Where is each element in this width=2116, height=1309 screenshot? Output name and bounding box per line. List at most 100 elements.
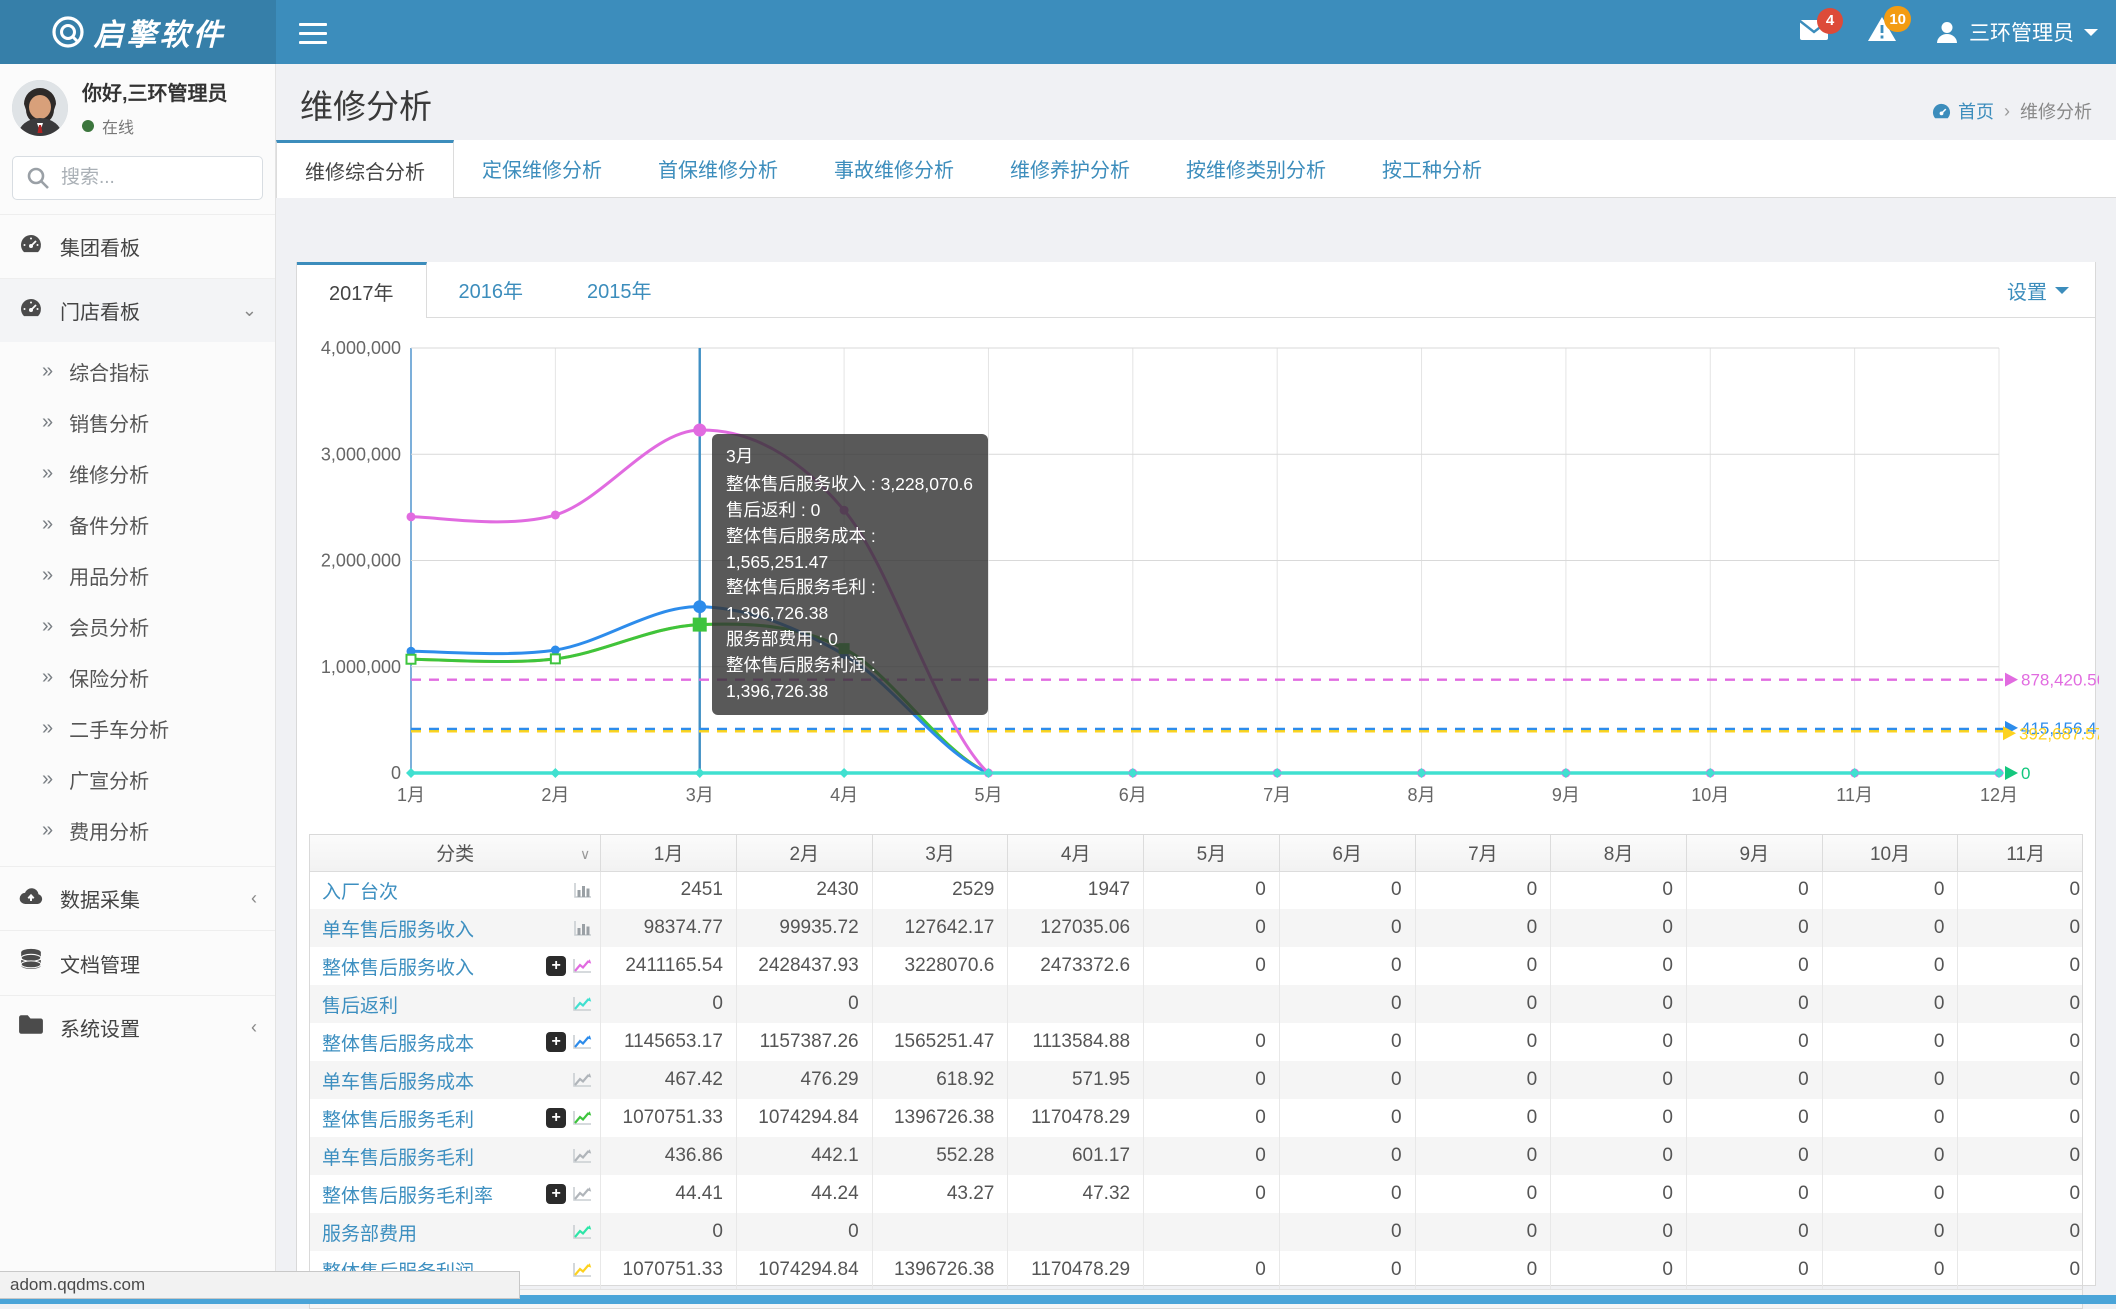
- cell: 0: [1415, 909, 1551, 947]
- sidebar-item-group-board[interactable]: 集团看板: [0, 215, 275, 278]
- breadcrumb-home-link[interactable]: 首页: [1932, 98, 1994, 124]
- cell: 0: [1686, 1175, 1822, 1213]
- sidebar-item-sys-settings[interactable]: 系统设置‹: [0, 996, 275, 1059]
- chevron-down-icon: [2055, 287, 2069, 294]
- col-header-6月: 6月: [1279, 835, 1415, 871]
- cell: 1396726.38: [872, 1099, 1008, 1137]
- line-chart-icon[interactable]: [572, 1186, 592, 1203]
- bar-chart-icon[interactable]: [573, 920, 592, 937]
- cell: 0: [1822, 1023, 1958, 1061]
- alerts-icon[interactable]: 10: [1867, 16, 1897, 48]
- metric-link-入厂台次[interactable]: 入厂台次: [322, 877, 573, 904]
- cell: 0: [1686, 985, 1822, 1023]
- sidebar-subitem-销售分析[interactable]: »销售分析: [0, 397, 275, 448]
- sidebar-subitem-广宣分析[interactable]: »广宣分析: [0, 754, 275, 805]
- sidebar-item-data-collect[interactable]: 数据采集‹: [0, 867, 275, 930]
- monthly-data-table-wrap: 分类∨1月2月3月4月5月6月7月8月9月10月11月12月入厂台次245124…: [309, 834, 2083, 1289]
- cell: 0: [1686, 1137, 1822, 1175]
- year-tab-2017年[interactable]: 2017年: [297, 262, 427, 318]
- year-tab-2015年[interactable]: 2015年: [555, 262, 684, 317]
- cell: 0: [1279, 947, 1415, 985]
- cell: 43.27: [872, 1175, 1008, 1213]
- cell: 0: [1144, 1175, 1280, 1213]
- metric-link-整体售后服务毛利率[interactable]: 整体售后服务毛利率: [322, 1181, 546, 1208]
- tab-维修养护分析[interactable]: 维修养护分析: [982, 140, 1158, 197]
- sidebar-subitem-综合指标[interactable]: »综合指标: [0, 346, 275, 397]
- cell: 0: [1144, 1137, 1280, 1175]
- sidebar-toggle-icon[interactable]: [290, 14, 336, 52]
- tab-维修综合分析[interactable]: 维修综合分析: [276, 140, 454, 198]
- cell: 0: [1958, 947, 2083, 985]
- sidebar-item-store-board[interactable]: 门店看板⌄: [0, 279, 275, 342]
- svg-text:9月: 9月: [1552, 785, 1580, 805]
- metric-link-单车售后服务毛利[interactable]: 单车售后服务毛利: [322, 1143, 572, 1170]
- year-tab-2016年[interactable]: 2016年: [427, 262, 556, 317]
- cell: 0: [1686, 1023, 1822, 1061]
- svg-text:0: 0: [2021, 764, 2030, 783]
- col-header-分类[interactable]: 分类∨: [310, 835, 601, 871]
- table-row: 单车售后服务成本467.42476.29618.92571.9500000000: [310, 1061, 2083, 1099]
- sidebar-item-doc-manage[interactable]: 文档管理: [0, 931, 275, 995]
- cell: 0: [1822, 1099, 1958, 1137]
- expand-plus-icon[interactable]: +: [546, 1032, 566, 1052]
- expand-plus-icon[interactable]: +: [546, 1184, 566, 1204]
- metric-link-单车售后服务收入[interactable]: 单车售后服务收入: [322, 915, 573, 942]
- main-content: 维修分析 首页 › 维修分析 维修综合分析定保维修分析首保维修分析事故维修分析维…: [276, 64, 2116, 1304]
- sidebar-subitem-维修分析[interactable]: »维修分析: [0, 448, 275, 499]
- sidebar-subitem-保险分析[interactable]: »保险分析: [0, 652, 275, 703]
- line-chart-icon[interactable]: [572, 1034, 592, 1051]
- svg-text:11月: 11月: [1836, 785, 1873, 805]
- table-row: 入厂台次245124302529194700000000: [310, 871, 2083, 909]
- metric-link-售后返利[interactable]: 售后返利: [322, 991, 572, 1018]
- messages-icon[interactable]: 4: [1799, 18, 1829, 47]
- cell: 0: [736, 1213, 872, 1251]
- cell: 467.42: [601, 1061, 737, 1099]
- chevron-left-icon: ‹: [251, 888, 257, 909]
- cell: 571.95: [1008, 1061, 1144, 1099]
- metric-link-单车售后服务成本[interactable]: 单车售后服务成本: [322, 1067, 572, 1094]
- metric-link-服务部费用[interactable]: 服务部费用: [322, 1219, 572, 1246]
- sidebar-subitem-二手车分析[interactable]: »二手车分析: [0, 703, 275, 754]
- settings-dropdown[interactable]: 设置: [2007, 262, 2069, 318]
- cell: 0: [1144, 1061, 1280, 1099]
- svg-text:10月: 10月: [1691, 785, 1729, 805]
- metric-link-整体售后服务收入[interactable]: 整体售后服务收入: [322, 953, 546, 980]
- tab-首保维修分析[interactable]: 首保维修分析: [630, 140, 806, 197]
- line-chart-icon[interactable]: [572, 958, 592, 975]
- cell: 2411165.54: [601, 947, 737, 985]
- bar-chart-icon[interactable]: [573, 882, 592, 899]
- cell: 0: [1415, 1251, 1551, 1289]
- line-chart-icon[interactable]: [572, 1072, 592, 1089]
- line-chart-icon[interactable]: [572, 996, 592, 1013]
- cell: 2428437.93: [736, 947, 872, 985]
- expand-plus-icon[interactable]: +: [546, 1108, 566, 1128]
- tab-按维修类别分析[interactable]: 按维修类别分析: [1158, 140, 1354, 197]
- line-chart-icon[interactable]: [572, 1110, 592, 1127]
- cell: 0: [1958, 1213, 2083, 1251]
- user-menu[interactable]: 三环管理员: [1935, 17, 2098, 47]
- cell: 1070751.33: [601, 1099, 737, 1137]
- line-chart-icon[interactable]: [572, 1224, 592, 1241]
- metric-link-整体售后服务成本[interactable]: 整体售后服务成本: [322, 1029, 546, 1056]
- cell: 0: [1279, 871, 1415, 909]
- table-row: 整体售后服务利润1070751.331074294.841396726.3811…: [310, 1251, 2083, 1289]
- cell: 0: [1279, 985, 1415, 1023]
- chevron-down-icon[interactable]: ∨: [580, 846, 590, 863]
- chart-canvas[interactable]: 01,000,0002,000,0003,000,0004,000,000878…: [309, 318, 2099, 830]
- svg-text:4月: 4月: [830, 785, 858, 805]
- tab-按工种分析[interactable]: 按工种分析: [1354, 140, 1510, 197]
- cell: 0: [1958, 1175, 2083, 1213]
- cell: 1170478.29: [1008, 1251, 1144, 1289]
- expand-plus-icon[interactable]: +: [546, 956, 566, 976]
- metric-link-整体售后服务毛利[interactable]: 整体售后服务毛利: [322, 1105, 546, 1132]
- tab-事故维修分析[interactable]: 事故维修分析: [806, 140, 982, 197]
- line-chart-icon[interactable]: [572, 1262, 592, 1279]
- sidebar-subitem-会员分析[interactable]: »会员分析: [0, 601, 275, 652]
- app-logo[interactable]: 启擎软件: [0, 0, 276, 64]
- line-chart-icon[interactable]: [572, 1148, 592, 1165]
- tab-定保维修分析[interactable]: 定保维修分析: [454, 140, 630, 197]
- sidebar-subitem-用品分析[interactable]: »用品分析: [0, 550, 275, 601]
- sidebar-subitem-费用分析[interactable]: »费用分析: [0, 805, 275, 856]
- sidebar-subitem-备件分析[interactable]: »备件分析: [0, 499, 275, 550]
- browser-status-bar: adom.qqdms.com: [0, 1271, 520, 1299]
